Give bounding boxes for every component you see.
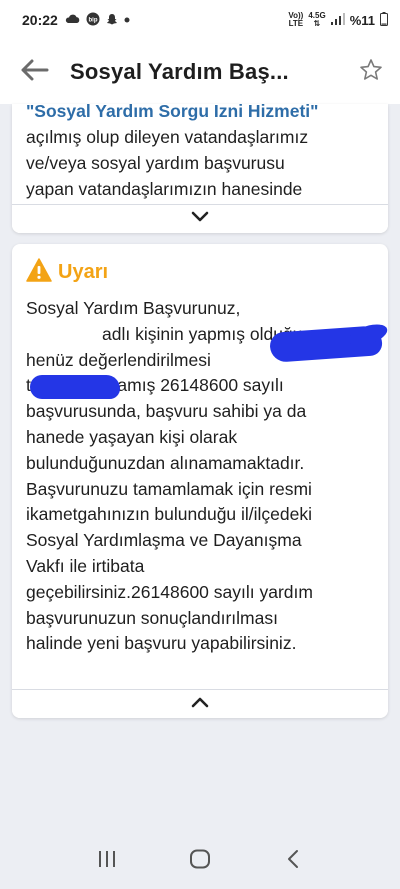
app-bar: Sosyal Yardım Baş...: [0, 40, 400, 104]
favorite-button[interactable]: [342, 40, 400, 104]
network-type-bottom: ⇅: [313, 19, 321, 28]
redaction-mark: [30, 375, 120, 399]
warning-line: bulunduğunuzdan alınamamaktadır.: [26, 452, 305, 473]
expand-button[interactable]: [12, 205, 388, 233]
warning-header: Uyarı: [26, 258, 108, 287]
warning-line: hanede yaşayan kişi olarak: [26, 426, 238, 447]
warning-card-content: Sosyal Yardım Başvurunuz, adlı kişinin y…: [26, 296, 388, 657]
status-right: Vo)) LTE 4.5G ⇅ %11: [288, 11, 388, 29]
warning-line: Vakfı ile irtibata: [26, 555, 145, 576]
recent-apps-button[interactable]: [77, 841, 137, 881]
cloud-icon: [64, 14, 80, 27]
volte-indicator: Vo)) LTE: [288, 12, 303, 28]
page-title: Sosyal Yardım Baş...: [70, 59, 289, 84]
system-nav-bar: [0, 833, 400, 889]
system-back-button[interactable]: [263, 841, 323, 881]
warning-line: başvurunuzun sonuçlandırılması: [26, 607, 278, 628]
warning-line: Sosyal Yardımlaşma ve Dayanışma: [26, 530, 302, 551]
info-line: yapan vatandaşlarımızın hanesinde: [26, 179, 303, 199]
chevron-left-icon: [286, 849, 300, 874]
warning-title: Uyarı: [58, 261, 109, 283]
info-line: ve/veya sosyal yardım başvurusu: [26, 153, 285, 173]
status-time: 20:22: [22, 12, 58, 28]
back-button[interactable]: [0, 40, 70, 104]
home-icon: [189, 849, 211, 874]
battery-icon: [380, 11, 388, 29]
warning-line: başvurusunda, başvuru sahibi ya da: [26, 401, 307, 422]
dot-icon: [124, 14, 130, 26]
info-card: "Sosyal Yardım Sorgu İzni Hizmeti" açılm…: [12, 104, 388, 233]
warning-line: ikametgahınızın bulunduğu il/ilçedeki: [26, 504, 313, 525]
status-left: 20:22 bip: [22, 12, 130, 29]
warning-line: halinde yeni başvuru yapabilirsiniz.: [26, 633, 297, 654]
chevron-up-icon: [191, 695, 209, 713]
warning-icon: [26, 258, 52, 287]
star-icon: [359, 58, 383, 87]
warning-line: Başvurunuzu tamamlamak için resmi: [26, 478, 312, 499]
chevron-down-icon: [191, 210, 209, 228]
svg-text:bip: bip: [88, 17, 97, 23]
signal-icon: [330, 12, 345, 28]
arrow-left-icon: [21, 59, 49, 86]
recent-apps-icon: [97, 850, 117, 873]
network-type-indicator: 4.5G ⇅: [308, 12, 325, 28]
warning-card: Uyarı Sosyal Yardım Başvurunuz, adlı kiş…: [12, 244, 388, 718]
info-line: açılmış olup dileyen vatandaşlarımız: [26, 127, 309, 147]
volte-bottom: LTE: [288, 19, 304, 28]
status-bar: 20:22 bip Vo)) LTE 4.5G ⇅ %11: [0, 0, 400, 40]
info-card-content: "Sosyal Yardım Sorgu İzni Hizmeti" açılm…: [26, 104, 374, 202]
warning-line: Sosyal Yardım Başvurunuz,: [26, 298, 241, 318]
battery-level: %11: [349, 12, 375, 28]
service-link[interactable]: "Sosyal Yardım Sorgu İzni Hizmeti": [26, 104, 374, 124]
collapse-button[interactable]: [12, 690, 388, 718]
warning-line: geçebilirsiniz.26148600 sayılı yardım: [26, 581, 313, 602]
snapchat-icon: [106, 13, 118, 28]
home-button[interactable]: [170, 841, 230, 881]
bip-icon: bip: [86, 12, 100, 29]
